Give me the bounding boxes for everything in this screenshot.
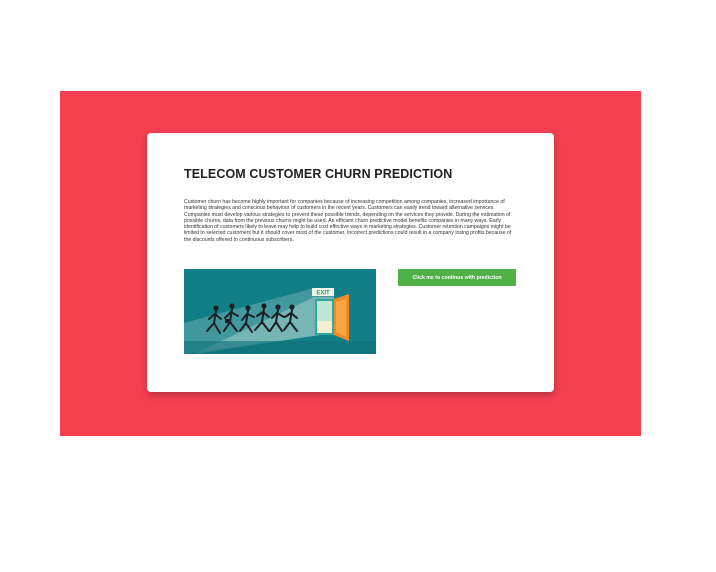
exit-sign-text: EXIT xyxy=(316,291,330,297)
continue-prediction-button[interactable]: Click me to continue with prediction xyxy=(398,269,516,286)
intro-card: TELECOM CUSTOMER CHURN PREDICTION Custom… xyxy=(147,133,554,392)
page: TELECOM CUSTOMER CHURN PREDICTION Custom… xyxy=(0,0,716,572)
people-running-to-exit-icon: EXIT xyxy=(184,288,376,354)
churn-illustration: EXIT xyxy=(184,269,376,354)
page-title: TELECOM CUSTOMER CHURN PREDICTION xyxy=(184,167,453,181)
description-text: Customer churn has become highly importa… xyxy=(184,199,512,243)
